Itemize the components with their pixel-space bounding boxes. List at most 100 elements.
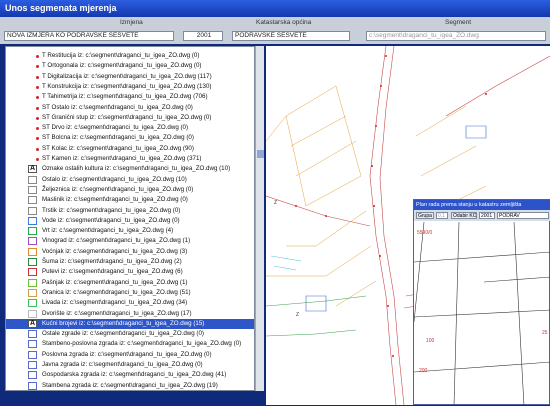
layer-label: Gospodarska zgrada iz: c:\segment\dragan… (42, 371, 227, 379)
layer-item[interactable]: T Digitalizacija iz: c:\segment\draganci… (6, 72, 254, 83)
layer-label: ST Kolac iz: c:\segment\draganci_tu_igea… (42, 144, 194, 152)
layer-item[interactable]: ST Bolcna iz: c:\segment\draganci_tu_ige… (6, 133, 254, 144)
layer-item[interactable]: Putevi iz: c:\segment\draganci_tu_igea_Z… (6, 267, 254, 278)
layer-item[interactable]: Gospodarska zgrada iz: c:\segment\dragan… (6, 370, 254, 381)
layer-item[interactable]: Oranica iz: c:\segment\draganci_tu_igea_… (6, 288, 254, 299)
layer-item[interactable]: T Tahimetrija iz: c:\segment\draganci_tu… (6, 92, 254, 103)
layer-label: ST Bolcna iz: c:\segment\draganci_tu_ige… (42, 134, 194, 142)
layer-item[interactable]: Vinograd iz: c:\segment\draganci_tu_igea… (6, 236, 254, 247)
layer-label: Željeznica iz: c:\segment\draganci_tu_ig… (42, 185, 194, 193)
point-symbol-icon (36, 106, 39, 110)
layer-item[interactable]: Ostalo iz: c:\segment\draganci_tu_igea_Z… (6, 175, 254, 186)
scrollbar-thumb[interactable] (257, 150, 264, 158)
layer-label: Putevi iz: c:\segment\draganci_tu_igea_Z… (42, 268, 183, 276)
layer-item[interactable]: T Konstrukcija iz: c:\segment\draganci_t… (6, 82, 254, 93)
point-symbol-icon (36, 55, 39, 58)
text-layer-icon: A (28, 319, 37, 328)
header-ko: Katastarska općina (256, 19, 312, 26)
layer-label: Kućni brojevi iz: c:\segment\draganci_tu… (42, 319, 205, 327)
parcel-label-200: 200 (419, 368, 428, 374)
layer-item[interactable]: T Ortogonala iz: c:\segment\draganci_tu_… (6, 61, 254, 72)
layer-list-scrollbar[interactable] (255, 46, 264, 391)
layer-item[interactable]: Maslinik iz: c:\segment\draganci_tu_igea… (6, 195, 254, 206)
layer-list[interactable]: T Restitucija iz: c:\segment\draganci_tu… (5, 46, 255, 391)
fill-swatch-icon (28, 196, 37, 205)
layer-label: Dvorište iz: c:\segment\draganci_tu_igea… (42, 309, 192, 317)
layer-label: ST Granični stup iz: c:\segment\draganci… (42, 113, 212, 121)
layer-label: Poslovna zgrada iz: c:\segment\draganci_… (42, 350, 212, 358)
point-symbol-icon (36, 75, 39, 79)
parcel-label-25: 25 (542, 330, 548, 336)
layer-item[interactable]: Voćnjak iz: c:\segment\draganci_tu_igea_… (6, 247, 254, 258)
ko-code-field[interactable]: 2001 (479, 212, 495, 219)
layer-label: ST Drvo iz: c:\segment\draganci_tu_igea_… (42, 124, 189, 132)
layer-label: Ostalo iz: c:\segment\draganci_tu_igea_Z… (42, 175, 187, 183)
layer-label: Maslinik iz: c:\segment\draganci_tu_igea… (42, 196, 188, 204)
layer-item[interactable]: Vrt iz: c:\segment\draganci_tu_igea_ZO.d… (6, 226, 254, 237)
fill-swatch-icon (28, 247, 37, 256)
layer-item[interactable]: Stambeno-poslovna zgrada iz: c:\segment\… (6, 339, 254, 350)
layer-item[interactable]: ST Kolac iz: c:\segment\draganci_tu_igea… (6, 144, 254, 155)
grupa-label: Grupa (416, 212, 434, 219)
layer-item[interactable]: A Oznake ostalih kultura iz: c:\segment\d… (6, 164, 254, 175)
layer-label: Javna zgrada iz: c:\segment\draganci_tu_… (42, 361, 203, 368)
layer-label: ST Kamen iz: c:\segment\draganci_tu_igea… (42, 155, 202, 162)
plan-subwindow[interactable]: Plan rada prema stanju u katastru zemlji… (413, 199, 550, 406)
layer-label: Voćnjak iz: c:\segment\draganci_tu_igea_… (42, 247, 188, 255)
layer-item[interactable]: Trstik iz: c:\segment\draganci_tu_igea_Z… (6, 206, 254, 217)
point-symbol-icon (36, 85, 39, 89)
layer-item[interactable]: Ostale zgrade iz: c:\segment\draganci_tu… (6, 329, 254, 340)
parcel-label-5590: 5590/0 (417, 230, 433, 236)
point-symbol-icon (36, 116, 39, 120)
header-row: Izmjena Katastarska općina Segment (0, 17, 550, 29)
layer-label: Livada iz: c:\segment\draganci_tu_igea_Z… (42, 299, 188, 307)
subwindow-title: Plan rada prema stanju u katastru zemlji… (414, 200, 550, 210)
segment-field[interactable]: c:\segment\draganci_tu_igea_ZO.dwg (366, 31, 546, 41)
layer-item[interactable]: Željeznica iz: c:\segment\draganci_tu_ig… (6, 185, 254, 196)
layer-label: T Tahimetrija iz: c:\segment\draganci_tu… (42, 93, 208, 101)
layer-item[interactable]: Dvorište iz: c:\segment\draganci_tu_igea… (6, 309, 254, 320)
ko-number-field[interactable]: 2001 (183, 31, 223, 41)
layer-item[interactable]: Javna zgrada iz: c:\segment\draganci_tu_… (6, 360, 254, 371)
fill-swatch-icon (28, 206, 37, 215)
fill-swatch-icon (28, 175, 37, 184)
point-symbol-icon (36, 147, 39, 151)
odabir-ko-label: Odabir KO (451, 212, 477, 219)
layer-item[interactable]: Stambena zgrada iz: c:\segment\draganci_… (6, 381, 254, 390)
grupa-field[interactable]: 0.1 (436, 212, 448, 219)
fill-swatch-icon (28, 268, 37, 277)
window-title: Unos segmenata mjerenja (0, 0, 550, 17)
fill-swatch-icon (28, 381, 37, 390)
layer-label: Vrt iz: c:\segment\draganci_tu_igea_ZO.d… (42, 227, 174, 235)
layer-item[interactable]: ST Ostalo iz: c:\segment\draganci_tu_ige… (6, 103, 254, 114)
field-row: NOVA IZMJERA KO PODRAVSKE SESVETE 2001 P… (0, 29, 550, 44)
layer-item[interactable]: Šuma iz: c:\segment\draganci_tu_igea_ZO.… (6, 257, 254, 268)
layer-item[interactable]: Vode iz: c:\segment\draganci_tu_igea_ZO.… (6, 216, 254, 227)
text-layer-icon: A (28, 165, 37, 174)
fill-swatch-icon (28, 309, 37, 318)
layer-label: T Restitucija iz: c:\segment\draganci_tu… (42, 52, 200, 59)
layer-label: Pašnjak iz: c:\segment\draganci_tu_igea_… (42, 278, 188, 286)
layer-label: Trstik iz: c:\segment\draganci_tu_igea_Z… (42, 206, 181, 214)
ko-name-subfield[interactable]: PODRAV (497, 212, 549, 219)
layer-label: ST Ostalo iz: c:\segment\draganci_tu_ige… (42, 103, 193, 111)
fill-swatch-icon (28, 227, 37, 236)
layer-item[interactable]: Livada iz: c:\segment\draganci_tu_igea_Z… (6, 298, 254, 309)
layer-item[interactable]: ST Drvo iz: c:\segment\draganci_tu_igea_… (6, 123, 254, 134)
fill-swatch-icon (28, 237, 37, 246)
ko-name-field[interactable]: PODRAVSKE SESVETE (232, 31, 350, 41)
fill-swatch-icon (28, 258, 37, 266)
izmjena-field[interactable]: NOVA IZMJERA KO PODRAVSKE SESVETE (4, 31, 174, 41)
layer-item[interactable]: Pašnjak iz: c:\segment\draganci_tu_igea_… (6, 278, 254, 289)
header-segment: Segment (445, 19, 472, 26)
layer-item[interactable]: T Restitucija iz: c:\segment\draganci_tu… (6, 51, 254, 62)
layer-label: Stambeno-poslovna zgrada iz: c:\segment\… (42, 340, 242, 348)
layer-item[interactable]: Poslovna zgrada iz: c:\segment\draganci_… (6, 350, 254, 361)
layer-item[interactable]: ST Kamen iz: c:\segment\draganci_tu_igea… (6, 154, 254, 165)
layer-item[interactable]: ST Granični stup iz: c:\segment\draganci… (6, 113, 254, 124)
fill-swatch-icon (28, 330, 37, 339)
layer-label: Oznake ostalih kultura iz: c:\segment\dr… (42, 165, 231, 173)
fill-swatch-icon (28, 340, 37, 349)
layer-item[interactable]: A Kućni brojevi iz: c:\segment\draganci_t… (6, 318, 254, 330)
fill-swatch-icon (28, 299, 37, 308)
